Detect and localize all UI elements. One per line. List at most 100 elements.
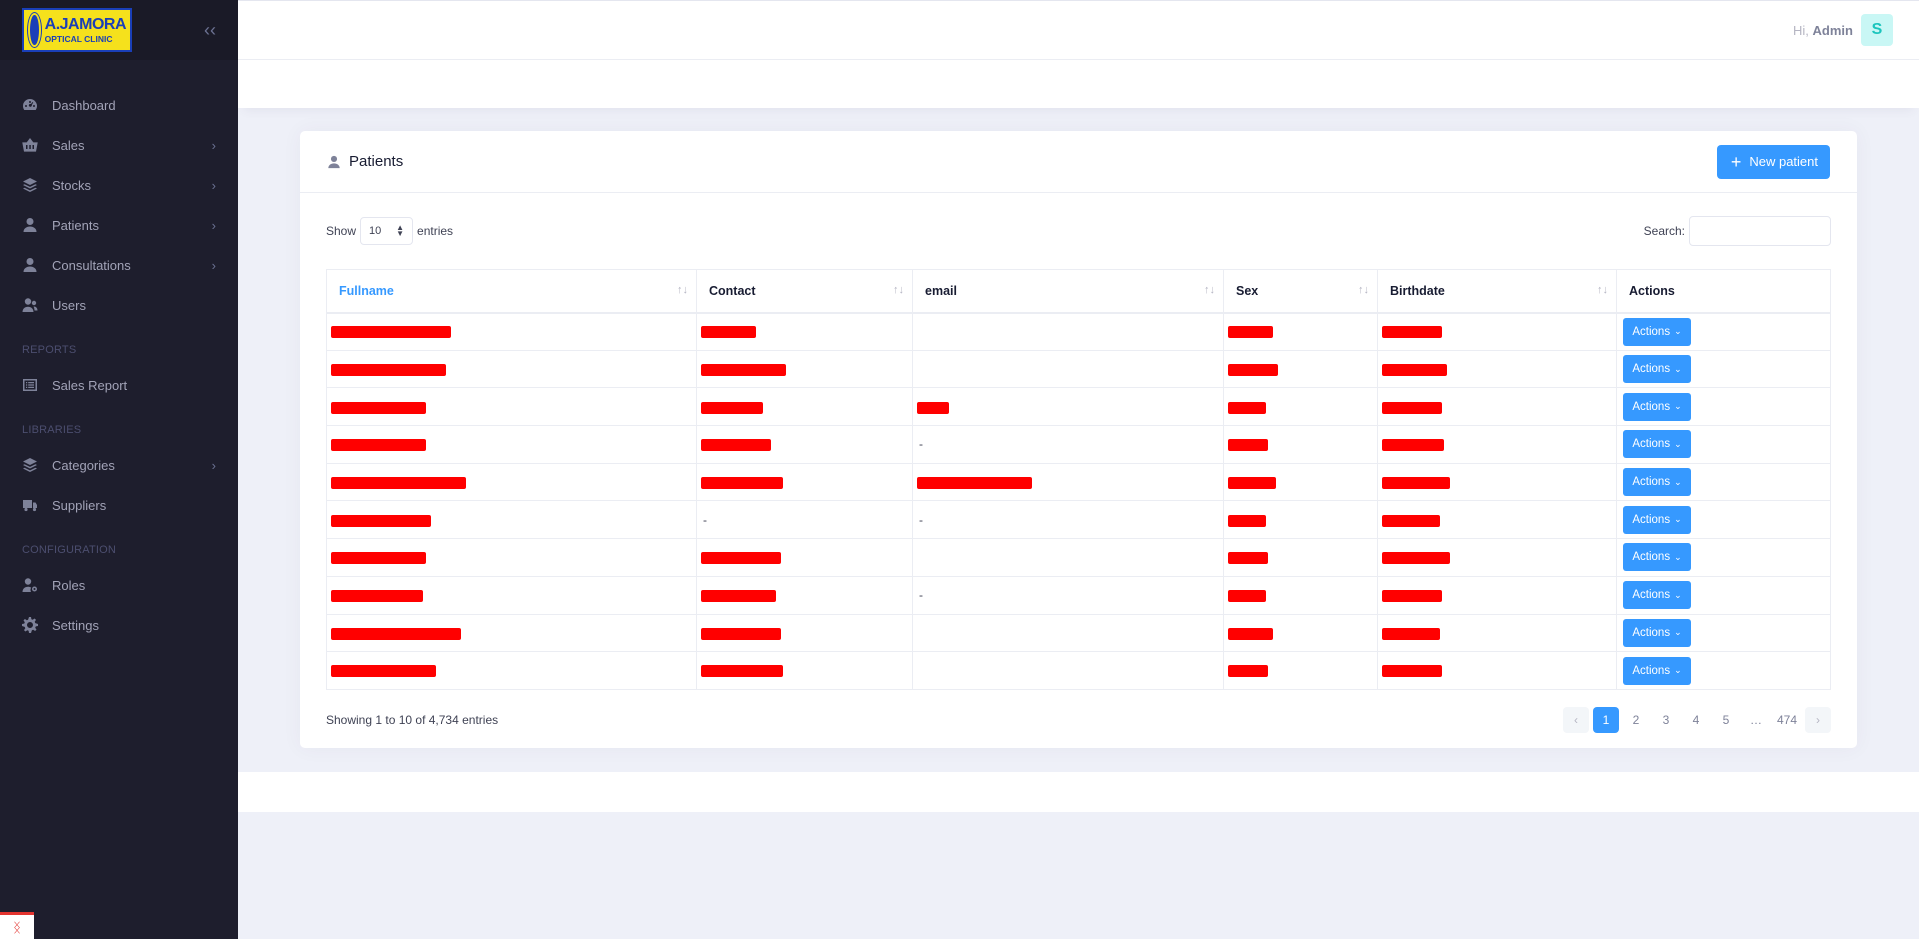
select-arrows-icon: ▲ ▼	[396, 223, 405, 238]
cell-email	[912, 463, 1224, 502]
cell-email	[912, 538, 1224, 577]
column-actions: Actions	[1616, 269, 1831, 314]
page-button[interactable]: 2	[1623, 707, 1649, 733]
table-row: Actions ⌄	[326, 651, 1831, 690]
actions-dropdown-button[interactable]: Actions ⌄	[1623, 656, 1691, 685]
cell-actions: Actions ⌄	[1616, 350, 1831, 389]
sort-icon: ↑↓	[1597, 283, 1608, 296]
sidebar-item-settings[interactable]: Settings	[0, 605, 238, 645]
prev-page-button[interactable]: ‹	[1562, 706, 1589, 733]
column-contact[interactable]: Contact ↑↓	[696, 269, 913, 314]
chevron-right-icon: ›	[211, 257, 216, 273]
page-button[interactable]: 1	[1592, 706, 1619, 733]
chevron-down-icon: ⌄	[1674, 589, 1682, 600]
column-birthdate[interactable]: Birthdate ↑↓	[1377, 269, 1617, 314]
avatar[interactable]: S	[1861, 14, 1893, 46]
column-sex[interactable]: Sex ↑↓	[1223, 269, 1378, 314]
cell-actions: Actions ⌄	[1616, 538, 1831, 577]
logo-subtitle: OPTICAL CLINIC	[44, 33, 113, 44]
redacted-value	[1382, 514, 1440, 527]
cell-contact	[696, 425, 913, 464]
redacted-value	[1382, 439, 1444, 452]
redacted-value	[1228, 476, 1276, 489]
page-button[interactable]: 3	[1653, 707, 1679, 733]
actions-dropdown-button[interactable]: Actions ⌄	[1623, 317, 1691, 346]
patients-table: Fullname ↑↓ Contact ↑↓ email ↑↓ Sex ↑↓ Birth…	[326, 269, 1831, 690]
sidebar-item-sales-report[interactable]: Sales Report	[0, 365, 238, 405]
actions-dropdown-button[interactable]: Actions ⌄	[1623, 618, 1691, 647]
redacted-value	[1228, 326, 1273, 339]
page-footer	[238, 772, 1919, 812]
table-row: Actions ⌄	[326, 614, 1831, 653]
sidebar-item-sales[interactable]: Sales ›	[0, 125, 238, 165]
redacted-value	[1382, 552, 1450, 565]
sidebar-item-stocks[interactable]: Stocks ›	[0, 165, 238, 205]
new-patient-button[interactable]: + New patient	[1716, 144, 1830, 179]
redacted-value	[1228, 552, 1268, 565]
cell-email	[912, 387, 1224, 427]
clinic-logo[interactable]: A.JAMORA OPTICAL CLINIC	[22, 8, 132, 52]
page-button[interactable]: 474	[1773, 707, 1801, 733]
page-button[interactable]: 5	[1713, 707, 1739, 733]
cell-fullname	[326, 350, 697, 389]
cell-contact: -	[696, 500, 913, 540]
redacted-value	[331, 401, 426, 414]
user-icon	[22, 257, 38, 273]
cell-fullname	[326, 425, 697, 464]
redacted-value	[331, 476, 466, 489]
search-input[interactable]	[1689, 216, 1831, 246]
redacted-value	[917, 476, 1032, 489]
sidebar-item-dashboard[interactable]: Dashboard	[0, 85, 238, 125]
pagination: ‹ 1 2 3 4 5 … 474 ›	[1562, 706, 1831, 733]
cell-fullname	[326, 538, 697, 577]
actions-dropdown-button[interactable]: Actions ⌄	[1623, 468, 1691, 497]
column-fullname[interactable]: Fullname ↑↓	[326, 269, 697, 314]
cell-sex	[1223, 463, 1378, 502]
cell-contact	[696, 538, 913, 577]
page-length-select[interactable]: 10 ▲ ▼	[360, 217, 414, 245]
column-email[interactable]: email ↑↓	[912, 269, 1224, 314]
next-page-button[interactable]: ›	[1805, 706, 1831, 733]
redacted-value	[1228, 363, 1278, 376]
sidebar-item-suppliers[interactable]: Suppliers	[0, 485, 238, 525]
table-row: - Actions ⌄	[326, 425, 1831, 464]
sidebar-item-patients[interactable]: Patients ›	[0, 205, 238, 245]
sidebar-item-categories[interactable]: Categories ›	[0, 445, 238, 485]
redacted-value	[1382, 665, 1442, 678]
user-gear-icon	[22, 577, 38, 593]
cell-birthdate	[1377, 614, 1617, 653]
table-row: Actions ⌄	[326, 463, 1831, 502]
actions-dropdown-button[interactable]: Actions ⌄	[1623, 581, 1691, 610]
sidebar-item-users[interactable]: Users	[0, 285, 238, 325]
section-reports: REPORTS	[22, 344, 77, 356]
laravel-icon[interactable]: ᛝ	[0, 912, 34, 939]
page-button[interactable]: 4	[1683, 707, 1709, 733]
redacted-value	[1228, 589, 1266, 602]
dashboard-icon	[22, 97, 38, 113]
actions-dropdown-button[interactable]: Actions ⌄	[1623, 430, 1691, 459]
sidebar-item-roles[interactable]: Roles	[0, 565, 238, 605]
redacted-value	[701, 439, 771, 452]
sidebar-collapse-icon[interactable]: ‹‹	[204, 20, 216, 41]
redacted-value	[701, 326, 756, 339]
user-icon	[328, 155, 340, 168]
section-libraries: LIBRARIES	[22, 424, 82, 436]
user-icon	[22, 217, 38, 233]
chevron-right-icon: ›	[211, 217, 216, 233]
redacted-value	[701, 665, 783, 678]
cell-fullname	[326, 387, 697, 427]
layers-icon	[22, 177, 38, 193]
actions-dropdown-button[interactable]: Actions ⌄	[1623, 392, 1691, 421]
actions-dropdown-button[interactable]: Actions ⌄	[1623, 543, 1691, 572]
cell-birthdate	[1377, 350, 1617, 389]
cell-sex	[1223, 651, 1378, 690]
redacted-value	[701, 589, 776, 602]
sidebar-nav: Dashboard Sales › Stocks › Patients › Co…	[0, 60, 238, 645]
chevron-down-icon: ⌄	[1674, 551, 1682, 562]
sidebar-item-consultations[interactable]: Consultations ›	[0, 245, 238, 285]
redacted-value	[331, 589, 423, 602]
redacted-value	[331, 552, 426, 565]
table-row: Actions ⌄	[326, 538, 1831, 577]
actions-dropdown-button[interactable]: Actions ⌄	[1623, 505, 1691, 534]
actions-dropdown-button[interactable]: Actions ⌄	[1623, 355, 1691, 384]
